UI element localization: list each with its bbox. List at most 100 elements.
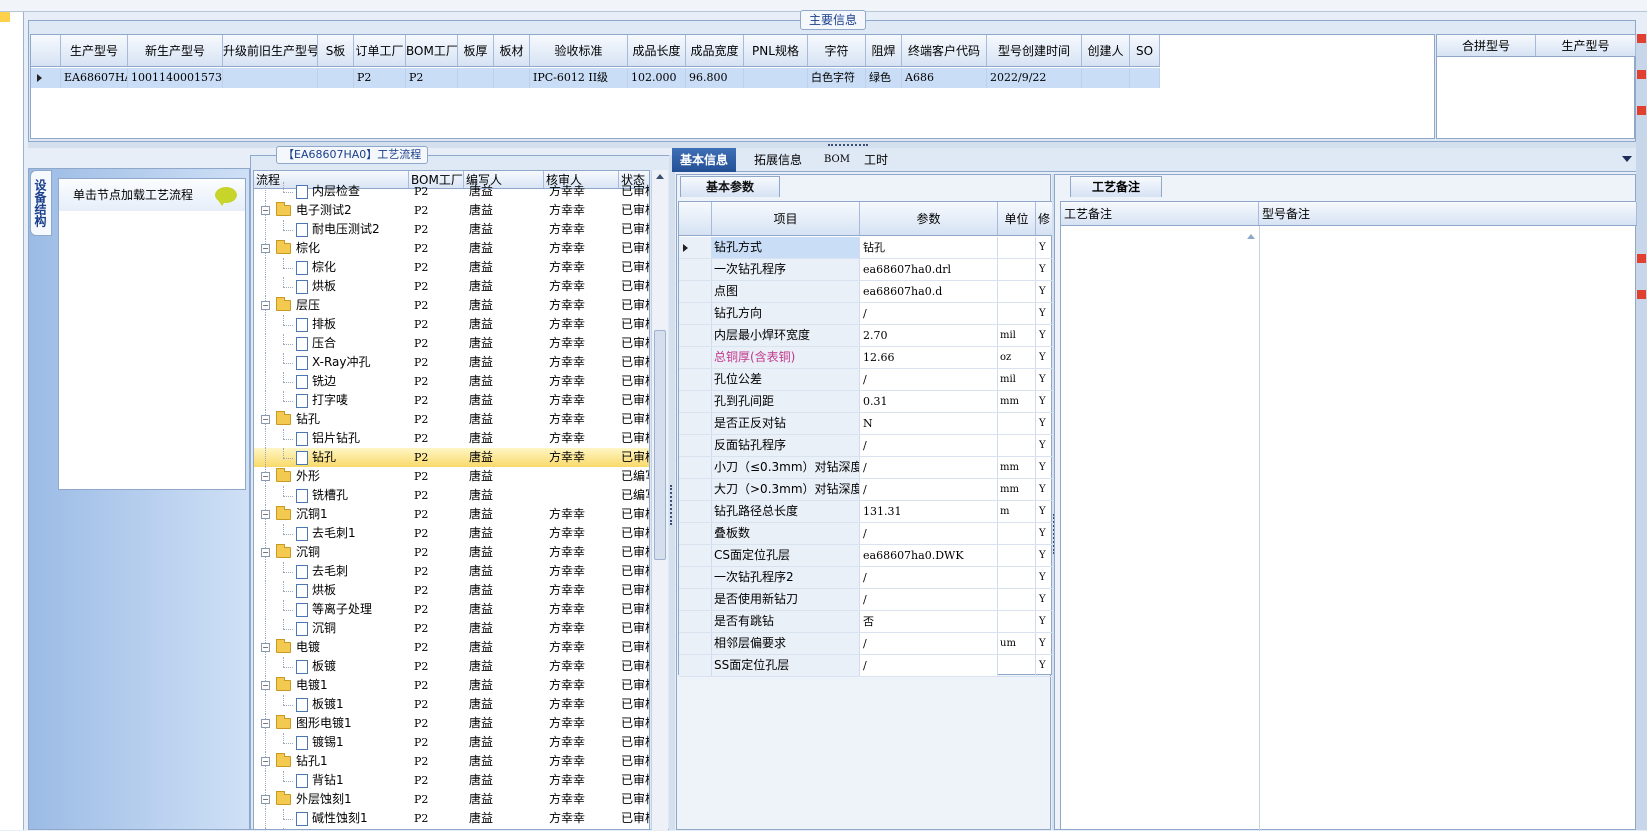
param-row[interactable]: 内层最小焊环宽度 2.70 mil Y — [679, 325, 1053, 347]
tree-row[interactable]: 碱性蚀刻1 P2 唐益 方幸幸 已审核 — [254, 809, 649, 828]
main-info-grid[interactable]: 生产型号 新生产型号 升级前旧生产型号 S板 订单工厂 BOM工厂 板厚 板材 验收标准 成品长度… — [30, 34, 1435, 139]
param-item-cell[interactable]: 孔到孔间距 — [712, 391, 860, 412]
param-col-header[interactable]: 参数 — [860, 202, 998, 235]
tree-node[interactable]: − 钻孔 — [254, 410, 409, 429]
param-value-cell[interactable]: N — [860, 413, 998, 434]
tree-node[interactable]: 烘板 — [254, 277, 409, 296]
param-row[interactable]: 总铜厚(含表铜) 12.66 oz Y — [679, 347, 1053, 369]
tree-node[interactable]: 耐电压测试2 — [254, 220, 409, 239]
tree-node[interactable]: 排板 — [254, 315, 409, 334]
main-cell[interactable]: A686 — [902, 68, 987, 88]
tree-node[interactable]: 铝片钻孔 — [254, 429, 409, 448]
tree-row[interactable]: 棕化 P2 唐益 方幸幸 已审核 — [254, 258, 649, 277]
param-value-cell[interactable]: 钻孔 — [860, 237, 998, 258]
tree-row[interactable]: 压合 P2 唐益 方幸幸 已审核 — [254, 334, 649, 353]
tree-node[interactable]: − 电镀 — [254, 638, 409, 657]
param-col-header[interactable]: 项目 — [712, 202, 860, 235]
tree-node[interactable]: − 电子测试2 — [254, 201, 409, 220]
main-cell[interactable]: 10011400015731 — [128, 68, 223, 88]
main-col-header[interactable]: 板材 — [494, 35, 530, 66]
param-value-cell[interactable]: 131.31 — [860, 501, 998, 522]
tree-row[interactable]: − 外形 P2 唐益 已编写 — [254, 467, 649, 486]
tree-row[interactable]: 耐电压测试2 P2 唐益 方幸幸 已审核 — [254, 220, 649, 239]
tree-row[interactable]: − 层压 P2 唐益 方幸幸 已审核 — [254, 296, 649, 315]
tree-row[interactable]: 内层检查 P2 唐益 方幸幸 已审核 — [254, 182, 649, 201]
param-item-cell[interactable]: 孔位公差 — [712, 369, 860, 390]
load-hint-header[interactable]: 单击节点加载工艺流程 — [59, 179, 245, 211]
tree-row[interactable]: 板镀 P2 唐益 方幸幸 已审核 — [254, 657, 649, 676]
param-item-cell[interactable]: 大刀（>0.3mm）对钻深度 — [712, 479, 860, 500]
basic-params-grid[interactable]: 项目 参数 单位修 钻孔方式 钻孔 Y 一次钻孔程序 ea68607ha0.drl Y 点图 ea… — [678, 201, 1053, 677]
param-row[interactable]: 是否正反对钻 N Y — [679, 413, 1053, 435]
tree-node[interactable]: 打字唛 — [254, 391, 409, 410]
main-col-header[interactable]: 验收标准 — [530, 35, 628, 66]
param-value-cell[interactable]: / — [860, 303, 998, 324]
main-cell[interactable]: IPC-6012 II级 — [530, 68, 628, 88]
param-item-cell[interactable]: 是否使用新钻刀 — [712, 589, 860, 610]
col-model-note[interactable]: 型号备注 — [1259, 202, 1637, 225]
tree-node[interactable]: − 外形 — [254, 467, 409, 486]
tree-row[interactable]: 打字唛 P2 唐益 方幸幸 已审核 — [254, 391, 649, 410]
tree-row[interactable]: − 电子测试2 P2 唐益 方幸幸 已审核 — [254, 201, 649, 220]
main-cell[interactable]: 96.800 — [686, 68, 744, 88]
tree-node[interactable]: 内层检查 — [254, 182, 409, 201]
main-col-header[interactable]: 订单工厂 — [354, 35, 406, 66]
param-item-cell[interactable]: 反面钻孔程序 — [712, 435, 860, 456]
main-cell[interactable] — [494, 68, 530, 88]
main-cell[interactable]: P2 — [354, 68, 406, 88]
vertical-splitter-left[interactable] — [669, 155, 675, 830]
collapse-icon[interactable]: − — [261, 548, 270, 557]
param-item-cell[interactable]: 是否有跳钻 — [712, 611, 860, 632]
param-value-cell[interactable]: ea68607ha0.drl — [860, 259, 998, 280]
tree-row[interactable]: − 图形电镀1 P2 唐益 方幸幸 已审核 — [254, 714, 649, 733]
tab-work-hours[interactable]: 工时 — [856, 148, 896, 172]
main-col-header[interactable]: BOM工厂 — [406, 35, 458, 66]
tree-row[interactable]: − 电镀 P2 唐益 方幸幸 已审核 — [254, 638, 649, 657]
param-value-cell[interactable]: / — [860, 655, 998, 676]
tree-node[interactable]: 背钻1 — [254, 771, 409, 790]
param-row[interactable]: SS面定位孔层 / Y — [679, 655, 1053, 677]
main-col-header[interactable]: 板厚 — [458, 35, 494, 66]
tree-node[interactable]: 钻孔 — [254, 448, 409, 467]
main-info-data-row[interactable]: EA68607HA010011400015731 P2P2 IPC-6012 II级… — [31, 68, 1160, 88]
param-row[interactable]: 钻孔路径总长度 131.31 m Y — [679, 501, 1053, 523]
main-cell[interactable]: 绿色 — [866, 68, 902, 88]
merge-col-header[interactable]: 合拼型号 — [1437, 35, 1536, 56]
param-row[interactable]: 点图 ea68607ha0.d Y — [679, 281, 1053, 303]
tree-row[interactable]: 沉铜 P2 唐益 方幸幸 已审核 — [254, 619, 649, 638]
tree-row-selected[interactable]: 钻孔 P2 唐益 方幸幸 已审核 — [254, 448, 649, 467]
notes-scroll-up-icon[interactable] — [1247, 234, 1255, 239]
param-row[interactable]: 是否有跳钻否 Y — [679, 611, 1053, 633]
main-col-header[interactable]: 成品长度 — [628, 35, 686, 66]
collapse-icon[interactable]: − — [261, 681, 270, 690]
main-col-header[interactable]: 型号创建时间 — [987, 35, 1082, 66]
tab-basic-info[interactable]: 基本信息 — [672, 148, 737, 172]
col-process-note[interactable]: 工艺备注 — [1061, 202, 1259, 225]
tree-node[interactable]: − 棕化 — [254, 239, 409, 258]
param-item-cell[interactable]: 小刀（≤0.3mm）对钻深度 — [712, 457, 860, 478]
tree-row[interactable]: 去毛刺1 P2 唐益 方幸幸 已审核 — [254, 524, 649, 543]
param-row[interactable]: 反面钻孔程序 / Y — [679, 435, 1053, 457]
param-value-cell[interactable]: 12.66 — [860, 347, 998, 368]
param-item-cell[interactable]: 内层最小焊环宽度 — [712, 325, 860, 346]
param-row[interactable]: CS面定位孔层 ea68607ha0.DWK Y — [679, 545, 1053, 567]
param-row[interactable]: 孔位公差 / mil Y — [679, 369, 1053, 391]
param-item-cell[interactable]: CS面定位孔层 — [712, 545, 860, 566]
tab-basic-params[interactable]: 基本参数 — [680, 176, 780, 197]
tree-row[interactable]: − 电镀1 P2 唐益 方幸幸 已审核 — [254, 676, 649, 695]
tree-node[interactable]: − 钻孔1 — [254, 752, 409, 771]
tree-row[interactable]: − 沉铜1 P2 唐益 方幸幸 已审核 — [254, 505, 649, 524]
collapse-icon[interactable]: − — [261, 510, 270, 519]
param-row[interactable]: 孔到孔间距 0.31 mm Y — [679, 391, 1053, 413]
collapse-icon[interactable]: − — [261, 415, 270, 424]
tree-node[interactable]: 镀锡1 — [254, 733, 409, 752]
tree-node[interactable]: 铣槽孔 — [254, 486, 409, 505]
param-value-cell[interactable]: ea68607ha0.DWK — [860, 545, 998, 566]
tree-node[interactable]: 去毛刺 — [254, 562, 409, 581]
main-col-header[interactable]: 成品宽度 — [686, 35, 744, 66]
collapse-icon[interactable]: − — [261, 244, 270, 253]
tree-row[interactable]: − 棕化 P2 唐益 方幸幸 已审核 — [254, 239, 649, 258]
tab-equipment-structure[interactable]: 设备结构 — [30, 170, 52, 236]
main-cell[interactable] — [223, 68, 318, 88]
tree-node[interactable]: 等离子处理 — [254, 600, 409, 619]
